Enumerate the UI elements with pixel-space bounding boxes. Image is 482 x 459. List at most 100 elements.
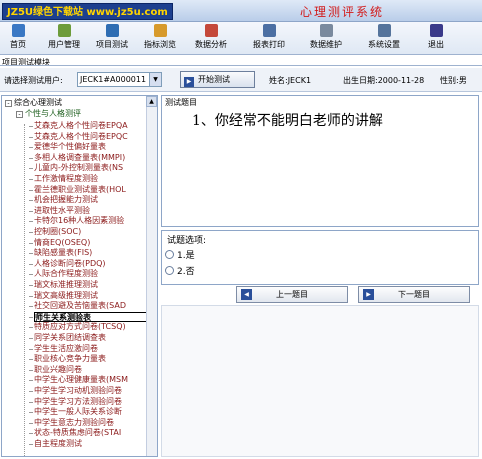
tree-connector bbox=[29, 221, 33, 223]
tree-scrollbar[interactable]: ▲ bbox=[146, 96, 157, 456]
tree-connector bbox=[29, 316, 33, 318]
tree-connector bbox=[29, 263, 33, 265]
print-icon bbox=[262, 24, 276, 37]
radio-icon[interactable] bbox=[165, 250, 174, 259]
tree-item[interactable]: 多相人格调查量表(MMPI) bbox=[34, 153, 147, 163]
arrow-right-icon: ▶ bbox=[363, 289, 374, 300]
toolbar-print-button[interactable]: 报表打印 bbox=[246, 24, 292, 53]
tree-item[interactable]: 中学生学习动机测验问卷 bbox=[34, 386, 147, 396]
tree-connector bbox=[29, 369, 33, 371]
tree-connector bbox=[29, 136, 33, 138]
tree-item[interactable]: 学生生活应激问卷 bbox=[34, 344, 147, 354]
tree-item[interactable]: 特质应对方式问卷(TCSQ) bbox=[34, 322, 147, 332]
analysis-icon bbox=[204, 24, 218, 37]
tree-item[interactable]: 中学生学习方法测验问卷 bbox=[34, 397, 147, 407]
tree-item[interactable]: 进取性水平测验 bbox=[34, 206, 147, 216]
tree-item[interactable]: 状态-特质焦虑问卷(STAI bbox=[34, 428, 147, 438]
tree-item[interactable]: 社交回避及苦恼量表(SAD bbox=[34, 301, 147, 311]
tree-item[interactable]: 艾森克人格个性问卷EPQA bbox=[34, 121, 147, 131]
home-icon bbox=[11, 24, 25, 37]
tree-item[interactable]: 控制圈(SOC) bbox=[34, 227, 147, 237]
tree-item[interactable]: 中学生意志力测验问卷 bbox=[34, 418, 147, 428]
tree-connector bbox=[29, 380, 33, 382]
tree-item[interactable]: 职业核心竞争力量表 bbox=[34, 354, 147, 364]
tree-connector bbox=[29, 422, 33, 424]
tree-item[interactable]: 中学生一般人际关系诊断 bbox=[34, 407, 147, 417]
tree-connector bbox=[29, 401, 33, 403]
tree-connector bbox=[29, 126, 33, 127]
tree-item[interactable]: 瑞文高级推理测试 bbox=[34, 291, 147, 301]
user-selection-bar: 请选择测试用户: JECK1#A000011 ▼ ▶ 开始测试 姓名:JECK1 … bbox=[0, 68, 482, 92]
toolbar-exit-button[interactable]: 退出 bbox=[424, 24, 448, 53]
collapse-icon[interactable]: - bbox=[16, 111, 23, 118]
tree-connector bbox=[29, 306, 33, 308]
user-select-value: JECK1#A000011 bbox=[80, 75, 147, 84]
tree-item[interactable]: 瑞文标准推理测试 bbox=[34, 280, 147, 290]
tree-connector bbox=[29, 285, 33, 286]
collapse-icon[interactable]: - bbox=[5, 100, 12, 107]
tree-item[interactable]: 缺陷感量表(FIS) bbox=[34, 248, 147, 258]
radio-icon[interactable] bbox=[165, 266, 174, 275]
options-legend: 试题选项: bbox=[167, 236, 207, 246]
next-question-button[interactable]: ▶ 下一题目 bbox=[358, 286, 470, 303]
tree-item[interactable]: 霍兰德职业测试量表(HOL bbox=[34, 185, 147, 195]
tree-connector bbox=[29, 274, 33, 276]
tree-item[interactable]: 人际合作程度测验 bbox=[34, 269, 147, 279]
toolbar-analysis-button[interactable]: 数据分析 bbox=[188, 24, 234, 53]
toolbar-home-button[interactable]: 首页 bbox=[6, 24, 30, 53]
user-select[interactable]: JECK1#A000011 ▼ bbox=[77, 72, 162, 87]
tree-connector bbox=[29, 327, 33, 329]
tree-connector bbox=[29, 433, 33, 435]
tree-item[interactable]: 自主程度测试 bbox=[34, 439, 147, 449]
tree-item[interactable]: 机会把握能力测试 bbox=[34, 195, 147, 205]
tree-connector bbox=[29, 295, 33, 297]
option-no[interactable]: 2.否 bbox=[165, 264, 195, 277]
tree-item[interactable]: 师生关系测验表 bbox=[34, 311, 147, 322]
toolbar-test-button[interactable]: 项目测试 bbox=[92, 24, 132, 53]
tree-connector bbox=[29, 359, 33, 361]
tree-item[interactable]: 同学关系团结调查表 bbox=[34, 333, 147, 343]
tree-item[interactable]: 职业兴趣问卷 bbox=[34, 365, 147, 375]
tree-item[interactable]: 卡特尔16种人格因素测验 bbox=[34, 216, 147, 226]
tree-item[interactable]: 人格诊断问卷(PDQ) bbox=[34, 259, 147, 269]
toolbar-users-button[interactable]: 用户管理 bbox=[44, 24, 84, 53]
toolbar-browse-button[interactable]: 指标浏览 bbox=[138, 24, 182, 53]
prev-question-button[interactable]: ◀ 上一题目 bbox=[236, 286, 348, 303]
tree-connector bbox=[29, 412, 33, 414]
browse-icon bbox=[153, 24, 167, 37]
tree-connector bbox=[29, 189, 33, 191]
tree-root[interactable]: - 综合心理测试 bbox=[5, 98, 62, 108]
tree-item[interactable]: 情商EQ(OSEQ) bbox=[34, 238, 147, 248]
tree-item[interactable]: 中学生心理健康量表(MSM bbox=[34, 375, 147, 385]
module-divider bbox=[0, 65, 482, 66]
tree-item[interactable]: 工作激情程度测验 bbox=[34, 174, 147, 184]
logo: JZ5U绿色下载站 www.jz5u.com bbox=[2, 3, 173, 20]
module-label: 项目测试模块 bbox=[2, 58, 50, 67]
tree-connector bbox=[29, 179, 33, 180]
tree-item[interactable]: 艾森克人格个性问卷EPQC bbox=[34, 132, 147, 142]
name-label: 姓名:JECK1 bbox=[269, 76, 312, 85]
maintenance-icon bbox=[319, 24, 333, 37]
tree-connector bbox=[29, 391, 33, 392]
question-legend: 测试题目 bbox=[165, 98, 197, 107]
tree-item[interactable]: 爱德华个性偏好量表 bbox=[34, 142, 147, 152]
option-yes[interactable]: 1.是 bbox=[165, 248, 195, 261]
tree-connector bbox=[29, 444, 33, 445]
blank-content-area bbox=[161, 305, 479, 457]
tree-guide-line bbox=[24, 124, 25, 456]
options-panel: 试题选项: 1.是 2.否 bbox=[161, 230, 479, 285]
tree-group[interactable]: - 个性与人格测评 bbox=[16, 109, 81, 119]
tree-connector bbox=[29, 242, 33, 244]
birth-date-label: 出生日期:2000-11-28 bbox=[343, 76, 425, 85]
arrow-left-icon: ◀ bbox=[241, 289, 252, 300]
start-test-button[interactable]: ▶ 开始测试 bbox=[180, 71, 255, 88]
app-title: 心理测评系统 bbox=[300, 5, 385, 19]
title-bar: JZ5U绿色下载站 www.jz5u.com 心理测评系统 bbox=[0, 0, 482, 22]
tree-connector bbox=[29, 147, 33, 149]
toolbar-maintenance-button[interactable]: 数据维护 bbox=[302, 24, 350, 53]
tree-connector bbox=[29, 232, 33, 233]
scroll-up-icon[interactable]: ▲ bbox=[146, 96, 157, 107]
chevron-down-icon[interactable]: ▼ bbox=[149, 73, 161, 86]
toolbar-settings-button[interactable]: 系统设置 bbox=[360, 24, 408, 53]
tree-item[interactable]: 儿童内-外控制测量表(NS bbox=[34, 163, 147, 173]
